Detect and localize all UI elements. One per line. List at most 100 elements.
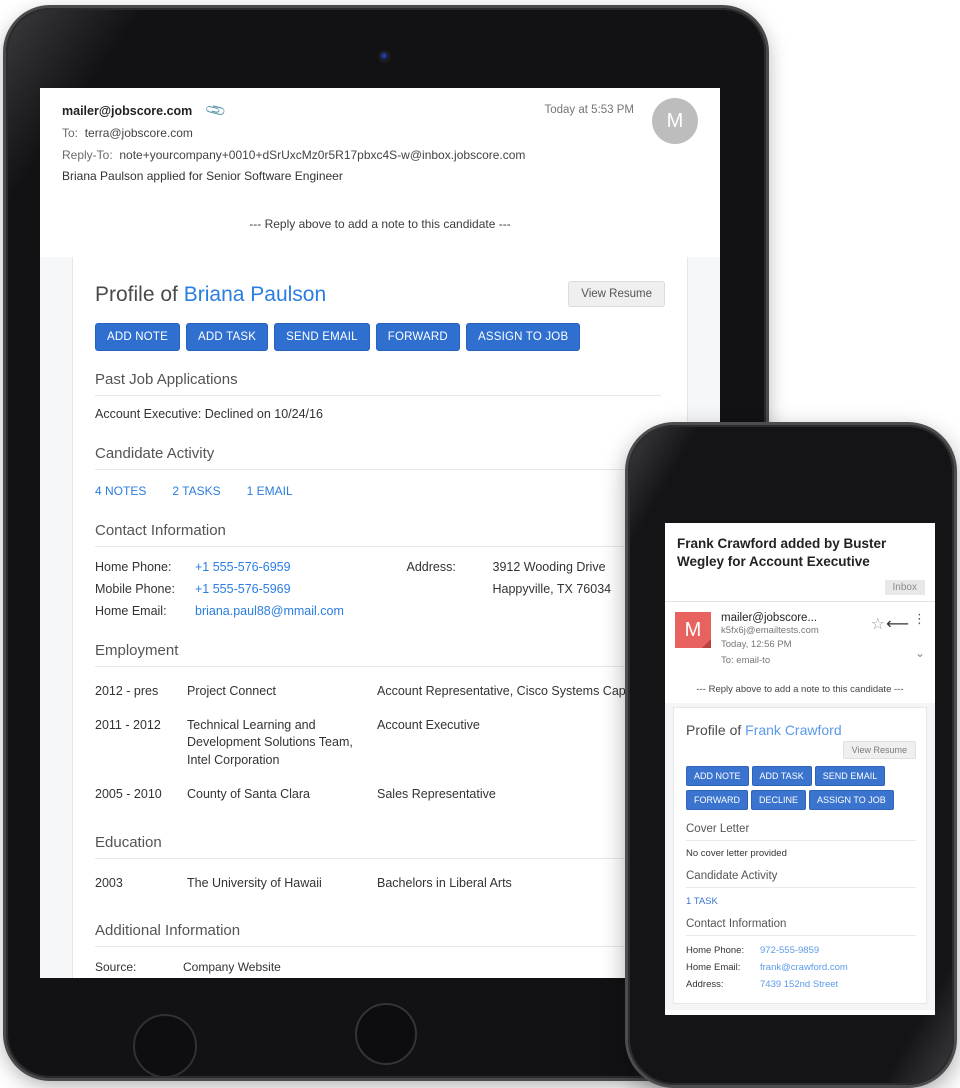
email-to-label: To: (62, 126, 79, 140)
phone-home-button[interactable] (133, 1014, 197, 1078)
address-label: Address: (406, 559, 456, 574)
employment-org: Technical Learning and Development Solut… (187, 717, 353, 768)
forward-button[interactable]: FORWARD (686, 790, 748, 811)
education-school: The University of Hawaii (187, 875, 322, 890)
add-task-button[interactable]: ADD TASK (186, 322, 269, 351)
email-date: Today at 5:53 PM (544, 104, 635, 116)
employment-table: 2012 - pres Project Connect Account Repr… (95, 677, 661, 814)
mobile-phone-value[interactable]: +1 555-576-5969 (195, 582, 291, 596)
tablet-screen: mailer@jobscore.com 📎 Today at 5:53 PM M… (40, 88, 720, 978)
phone-cover-letter-heading: Cover Letter (686, 823, 916, 842)
email-replyto-label: Reply-To: (62, 148, 113, 163)
employment-heading: Employment (95, 642, 661, 667)
email-to-value: terra@jobscore.com (84, 126, 193, 140)
employment-org: County of Santa Clara (187, 786, 310, 801)
table-row: 2005 - 2010 County of Santa Clara Sales … (95, 780, 661, 814)
profile-title-prefix: Profile of (95, 282, 184, 306)
contact-information-heading: Contact Information (95, 522, 661, 547)
assign-to-job-button[interactable]: ASSIGN TO JOB (809, 790, 894, 811)
tablet-email-header: mailer@jobscore.com 📎 Today at 5:53 PM M… (40, 88, 720, 193)
education-table: 2003 The University of Hawaii Bachelors … (95, 869, 661, 903)
phone-cover-letter-text: No cover letter provided (686, 848, 787, 860)
phone-email-timestamp: Today, 12:56 PM (721, 639, 792, 651)
mobile-phone-label: Mobile Phone: (95, 581, 175, 596)
contact-information-table: Home Phone: +1 555-576-6959 Address: 391… (95, 556, 661, 622)
email-from: mailer@jobscore.com (62, 103, 193, 118)
past-job-application-row: Account Executive: Declined on 10/24/16 (95, 406, 323, 421)
source-value: Company Website (183, 960, 281, 975)
assign-to-job-button[interactable]: ASSIGN TO JOB (465, 322, 581, 351)
phone-address-label: Address: (686, 979, 724, 991)
reply-arrow-icon[interactable]: ⟵ (886, 614, 909, 634)
phone-email-from: mailer@jobscore... (721, 611, 818, 624)
add-note-button[interactable]: ADD NOTE (95, 322, 181, 351)
send-email-button[interactable]: SEND EMAIL (274, 322, 370, 351)
phone-address-value[interactable]: 7439 152nd Street (760, 976, 916, 993)
overflow-menu-icon[interactable]: ⋮ (913, 612, 926, 625)
paperclip-icon[interactable]: 📎 (203, 99, 227, 123)
chevron-down-icon[interactable]: ⌄ (915, 646, 925, 660)
tablet-camera-icon (380, 52, 389, 61)
employment-org: Project Connect (187, 683, 276, 698)
phone-contact-table: Home Phone: 972-555-9859 Home Email: fra… (686, 942, 916, 993)
activity-notes-link[interactable]: 4 NOTES (95, 484, 146, 498)
table-row: Home Phone: 972-555-9859 (686, 942, 916, 959)
phone-profile-title-prefix: Profile of (686, 722, 746, 739)
phone-sender-block: mailer@jobscore... k5fx6j@emailtests.com… (721, 612, 859, 667)
avatar: M (652, 98, 698, 144)
phone-view-resume-row: View Resume (686, 740, 916, 760)
phone-home-email-value[interactable]: frank@crawford.com (760, 959, 916, 976)
status-badge: Inbox (884, 579, 925, 595)
view-resume-button[interactable]: View Resume (568, 280, 665, 307)
table-row: 2012 - pres Project Connect Account Repr… (95, 677, 661, 711)
table-row: Home Email: briana.paul88@mmail.com (95, 600, 661, 622)
phone-label-row: Inbox (665, 575, 935, 602)
employment-role: Sales Representative (377, 786, 496, 801)
activity-emails-link[interactable]: 1 EMAIL (247, 484, 293, 498)
view-resume-button[interactable]: View Resume (842, 741, 916, 760)
email-replyto-value: note+yourcompany+0010+dSrUxcMz0r5R17pbxc… (119, 148, 526, 163)
home-phone-label: Home Phone: (95, 559, 172, 574)
phone-email-header: M mailer@jobscore... k5fx6j@emailtests.c… (665, 602, 935, 675)
source-label: Source: (95, 960, 137, 975)
home-email-value[interactable]: briana.paul88@mmail.com (195, 604, 344, 618)
phone-screen: Frank Crawford added by Buster Wegley fo… (665, 523, 935, 1015)
additional-information-table: Source: Company Website Work Auth: Unite… (95, 956, 661, 978)
home-phone-value[interactable]: +1 555-576-6959 (195, 560, 291, 574)
candidate-activity-links: 4 NOTES 2 TASKS 1 EMAIL (95, 470, 661, 502)
decline-button[interactable]: DECLINE (751, 790, 807, 811)
tablet-home-button[interactable] (355, 1003, 417, 1065)
employment-years: 2005 - 2010 (95, 786, 162, 801)
email-replyto-row: Reply-To: note+yourcompany+0010+dSrUxcMz… (62, 147, 704, 164)
activity-tasks-link[interactable]: 2 TASKS (172, 484, 220, 498)
add-task-button[interactable]: ADD TASK (751, 766, 812, 787)
email-subject: Briana Paulson applied for Senior Softwa… (62, 168, 343, 183)
home-email-label: Home Email: (95, 603, 167, 618)
education-degree: Bachelors in Liberal Arts (377, 875, 512, 890)
phone-candidate-name-link[interactable]: Frank Crawford (745, 722, 841, 738)
table-row: Home Phone: +1 555-576-6959 Address: 391… (95, 556, 661, 578)
employment-years: 2011 - 2012 (95, 717, 161, 732)
avatar: M (675, 611, 711, 648)
phone-contact-information-heading: Contact Information (686, 918, 916, 937)
phone-page-title: Profile of Frank Crawford (686, 722, 916, 738)
phone-email-from-address: k5fx6j@emailtests.com (721, 624, 819, 636)
phone-home-phone-label: Home Phone: (686, 945, 745, 957)
table-row: 2003 The University of Hawaii Bachelors … (95, 869, 661, 903)
profile-card: View Resume Profile of Briana Paulson AD… (72, 256, 688, 978)
phone-action-button-row: ADD NOTE ADD TASK SEND EMAIL FORWARD DECLIN… (686, 766, 916, 814)
phone-email-body: Profile of Frank Crawford View Resume AD… (665, 703, 935, 1011)
star-icon[interactable]: ☆ (871, 614, 885, 634)
candidate-activity-heading: Candidate Activity (95, 445, 661, 470)
table-row: Source: Company Website (95, 956, 661, 978)
add-note-button[interactable]: ADD NOTE (686, 766, 749, 787)
forward-button[interactable]: FORWARD (375, 322, 460, 351)
phone-profile-card: Profile of Frank Crawford View Resume AD… (673, 707, 927, 1005)
send-email-button[interactable]: SEND EMAIL (814, 766, 886, 787)
candidate-name-link[interactable]: Briana Paulson (184, 283, 326, 306)
additional-information-heading: Additional Information (95, 922, 661, 948)
table-row: Home Email: frank@crawford.com (686, 959, 916, 976)
phone-activity-task-link[interactable]: 1 TASK (686, 888, 916, 909)
phone-email-to: To: email-to (721, 655, 771, 667)
phone-home-phone-value[interactable]: 972-555-9859 (760, 942, 916, 959)
